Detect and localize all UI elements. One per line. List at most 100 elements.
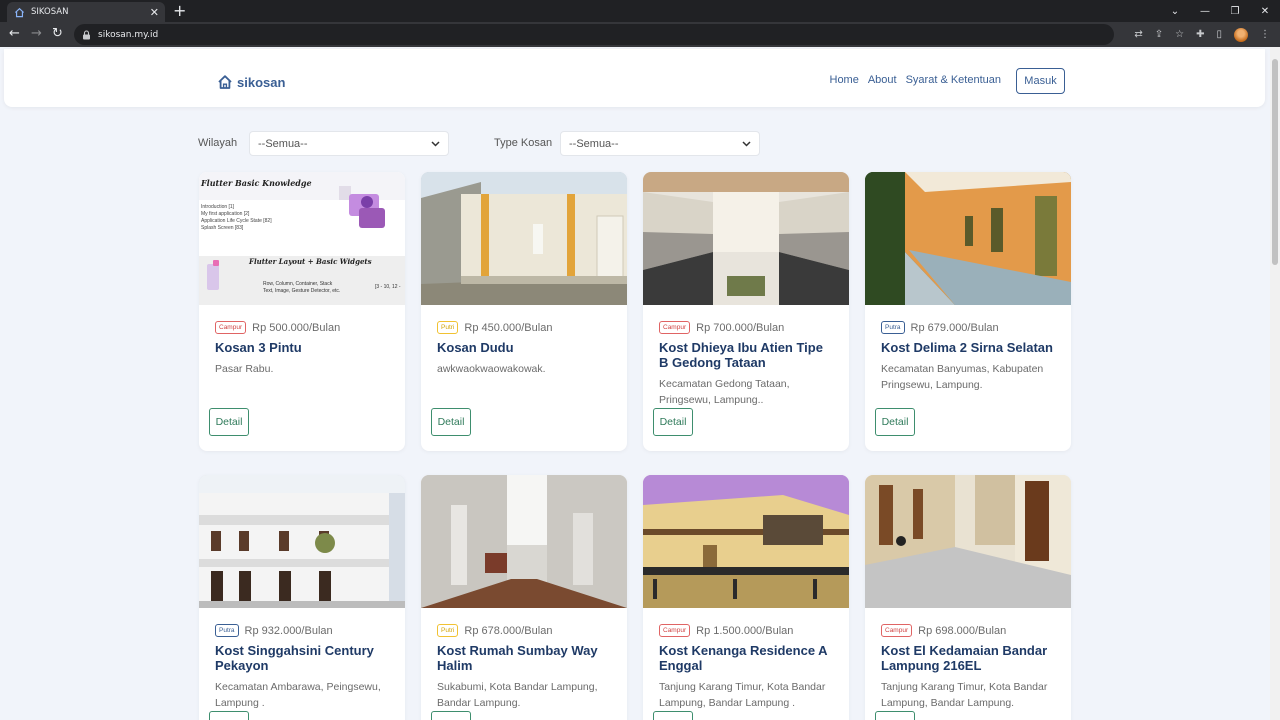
thumb-line: Introduction [1] <box>201 204 235 210</box>
listing-card: Putri Rp 678.000/Bulan Kost Rumah Sumbay… <box>421 475 627 720</box>
tab-search-icon[interactable]: ⌄ <box>1160 6 1190 17</box>
side-panel-icon[interactable]: ▯ <box>1216 29 1222 40</box>
nav-about[interactable]: About <box>868 74 897 86</box>
type-badge: Putra <box>215 624 239 637</box>
listing-address: Sukabumi, Kota Bandar Lampung, Bandar La… <box>437 681 598 709</box>
close-window-icon[interactable]: ✕ <box>1250 6 1280 17</box>
listing-price: Rp 500.000/Bulan <box>252 321 341 334</box>
listing-name[interactable]: Kost Rumah Sumbay Way Halim <box>437 643 611 673</box>
site-navbar: sikosan Home About Syarat & Ketentuan Ma… <box>4 49 1265 107</box>
type-badge: Campur <box>659 624 691 637</box>
type-badge: Putri <box>437 321 459 334</box>
window-controls: ⌄ — ❐ ✕ <box>1160 0 1280 22</box>
wilayah-select-value: --Semua-- <box>258 137 308 150</box>
listing-photo[interactable] <box>421 475 627 608</box>
tab-title: SIKOSAN <box>31 7 69 17</box>
listing-card: Putra Rp 679.000/Bulan Kost Delima 2 Sir… <box>865 172 1071 451</box>
minimize-icon[interactable]: — <box>1190 6 1220 17</box>
extensions-icon[interactable]: ✚ <box>1196 29 1204 40</box>
listing-photo[interactable] <box>865 475 1071 608</box>
thumb-heading-1: Flutter Basic Knowledge <box>200 178 312 188</box>
detail-button[interactable]: Detail <box>875 711 915 720</box>
detail-button[interactable]: Detail <box>875 408 915 436</box>
type-badge: Putra <box>881 321 905 334</box>
thumb-bullet: Row, Column, Container, Stack <box>263 281 333 287</box>
share-icon[interactable]: ⇪ <box>1155 29 1163 40</box>
back-icon[interactable]: ← <box>9 26 20 42</box>
listing-card: Flutter Basic Knowledge Introduction [1]… <box>199 172 405 451</box>
listing-price: Rp 678.000/Bulan <box>464 624 553 637</box>
listing-address: Tanjung Karang Timur, Kota Bandar Lampun… <box>881 681 1048 709</box>
home-icon <box>13 6 25 18</box>
page-scrollbar[interactable] <box>1270 47 1280 720</box>
listing-price: Rp 698.000/Bulan <box>918 624 1007 637</box>
listing-address: awkwaokwaowakowak. <box>437 363 546 375</box>
type-kosan-select-value: --Semua-- <box>569 137 619 150</box>
listing-photo[interactable] <box>421 172 627 305</box>
listing-photo[interactable] <box>199 475 405 608</box>
translate-icon[interactable]: ⇄ <box>1134 29 1142 40</box>
nav-home[interactable]: Home <box>830 74 859 86</box>
close-tab-icon[interactable]: ✕ <box>150 7 159 18</box>
login-button[interactable]: Masuk <box>1016 68 1065 94</box>
wilayah-select[interactable]: --Semua-- <box>249 131 449 156</box>
address-bar[interactable]: sikosan.my.id <box>74 24 1114 45</box>
toolbar-icons: ⇄ ⇪ ☆ ✚ ▯ ⋮ <box>1134 25 1270 44</box>
browser-tabbar: SIKOSAN ✕ + ⌄ — ❐ ✕ <box>0 0 1280 22</box>
forward-icon[interactable]: → <box>31 26 42 42</box>
listing-name[interactable]: Kosan Dudu <box>437 340 611 355</box>
listing-name[interactable]: Kost El Kedamaian Bandar Lampung 216EL <box>881 643 1055 673</box>
chevron-down-icon <box>431 140 440 147</box>
menu-icon[interactable]: ⋮ <box>1260 29 1270 40</box>
type-badge: Campur <box>881 624 913 637</box>
listing-photo[interactable] <box>643 172 849 305</box>
detail-button[interactable]: Detail <box>431 408 471 436</box>
type-badge: Campur <box>659 321 691 334</box>
listing-address: Kecamatan Ambarawa, Peingsewu, Lampung . <box>215 681 381 709</box>
scrollbar-thumb[interactable] <box>1272 59 1278 265</box>
listing-name[interactable]: Kost Singgahsini Century Pekayon <box>215 643 389 673</box>
listing-card: Campur Rp 698.000/Bulan Kost El Kedamaia… <box>865 475 1071 720</box>
type-kosan-select[interactable]: --Semua-- <box>560 131 760 156</box>
nav-terms[interactable]: Syarat & Ketentuan <box>906 74 1001 86</box>
listing-name[interactable]: Kost Kenanga Residence A Enggal <box>659 643 833 673</box>
listing-price: Rp 700.000/Bulan <box>696 321 785 334</box>
listing-photo[interactable] <box>643 475 849 608</box>
detail-button[interactable]: Detail <box>653 711 693 720</box>
listing-price: Rp 932.000/Bulan <box>244 624 333 637</box>
thumb-bullet: Text, Image, Gesture Detector, etc. <box>263 288 340 294</box>
profile-avatar[interactable] <box>1234 27 1248 42</box>
listing-card: Putri Rp 450.000/Bulan Kosan Dudu awkwao… <box>421 172 627 451</box>
listing-address: Kecamatan Banyumas, Kabupaten Pringsewu,… <box>881 363 1044 391</box>
type-kosan-label: Type Kosan <box>494 137 553 149</box>
browser-toolbar: ← → ↻ sikosan.my.id ⇄ ⇪ ☆ ✚ ▯ ⋮ <box>0 22 1280 47</box>
detail-button[interactable]: Detail <box>209 711 249 720</box>
listing-name[interactable]: Kost Dhieya Ibu Atien Tipe B Gedong Tata… <box>659 340 833 370</box>
lock-icon <box>83 29 90 39</box>
listing-card: Campur Rp 700.000/Bulan Kost Dhieya Ibu … <box>643 172 849 451</box>
listing-card: Campur Rp 1.500.000/Bulan Kost Kenanga R… <box>643 475 849 720</box>
thumb-line: Application Life Cycle State [82] <box>201 218 272 224</box>
browser-tab[interactable]: SIKOSAN ✕ <box>7 2 165 22</box>
wilayah-label: Wilayah <box>198 137 238 149</box>
listing-card: Putra Rp 932.000/Bulan Kost Singgahsini … <box>199 475 405 720</box>
thumb-heading-2: Flutter Layout + Basic Widgets <box>248 257 372 266</box>
listing-name[interactable]: Kost Delima 2 Sirna Selatan <box>881 340 1055 355</box>
url-text: sikosan.my.id <box>98 29 159 40</box>
detail-button[interactable]: Detail <box>653 408 693 436</box>
detail-button[interactable]: Detail <box>209 408 249 436</box>
listing-photo[interactable]: Flutter Basic Knowledge Introduction [1]… <box>199 172 405 305</box>
brand-name: sikosan <box>237 74 286 90</box>
bookmark-star-icon[interactable]: ☆ <box>1175 29 1184 40</box>
brand-logo[interactable]: sikosan <box>217 74 285 90</box>
listing-name[interactable]: Kosan 3 Pintu <box>215 340 389 355</box>
restore-icon[interactable]: ❐ <box>1220 6 1250 17</box>
reload-icon[interactable]: ↻ <box>52 26 63 42</box>
type-badge: Putri <box>437 624 459 637</box>
listing-grid: Flutter Basic Knowledge Introduction [1]… <box>199 172 1071 720</box>
listing-address: Kecamatan Gedong Tataan, Pringsewu, Lamp… <box>659 378 790 406</box>
new-tab-icon[interactable]: + <box>173 2 186 20</box>
listing-address: Tanjung Karang Timur, Kota Bandar Lampun… <box>659 681 826 709</box>
detail-button[interactable]: Detail <box>431 711 471 720</box>
listing-photo[interactable] <box>865 172 1071 305</box>
